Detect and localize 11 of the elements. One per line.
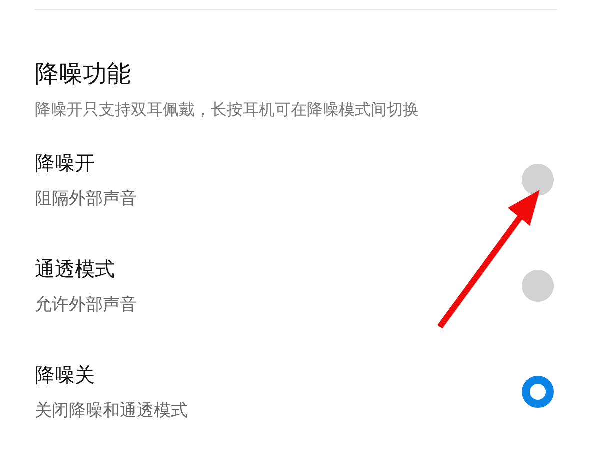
radio-button[interactable] xyxy=(522,270,554,302)
option-label: 通透模式 xyxy=(35,256,116,283)
option-label: 降噪关 xyxy=(35,362,96,389)
radio-button[interactable] xyxy=(522,376,554,408)
option-description: 允许外部声音 xyxy=(35,294,137,316)
option-description: 阻隔外部声音 xyxy=(35,188,137,210)
section-title: 降噪功能 xyxy=(35,59,132,90)
option-description: 关闭降噪和通透模式 xyxy=(35,400,188,422)
section-description: 降噪开只支持双耳佩戴，长按耳机可在降噪模式间切换 xyxy=(35,100,420,121)
option-label: 降噪开 xyxy=(35,150,96,177)
radio-button[interactable] xyxy=(522,164,554,196)
